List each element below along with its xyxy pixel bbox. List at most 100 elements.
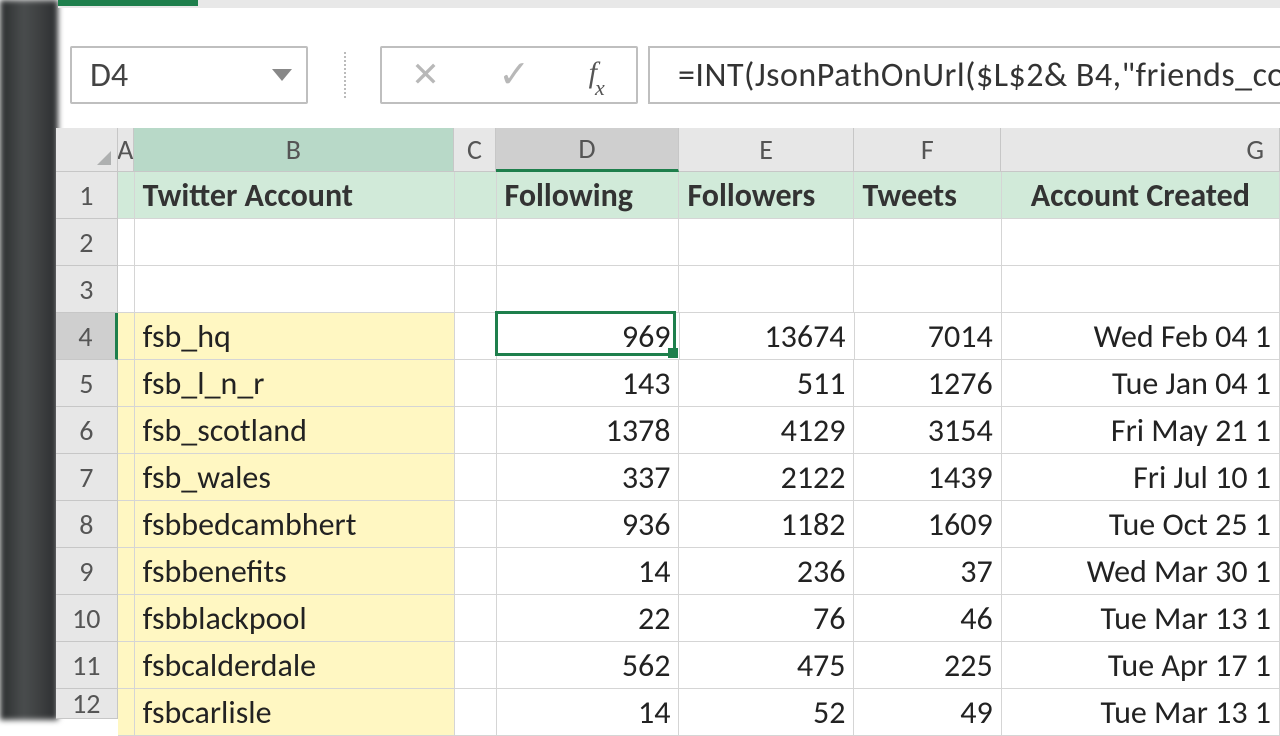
cell-C6[interactable]	[455, 407, 497, 454]
cell-F4[interactable]: 7014	[855, 313, 1002, 360]
cell-D7[interactable]: 337	[497, 454, 680, 501]
cell-G12[interactable]: Tue Mar 13 1	[1002, 689, 1280, 736]
cell-B4[interactable]: fsb_hq	[135, 313, 455, 360]
cell-G3[interactable]	[1002, 266, 1280, 313]
cell-G8[interactable]: Tue Oct 25 1	[1002, 501, 1280, 548]
cell-G4[interactable]: Wed Feb 04 1	[1002, 313, 1280, 360]
cell-B3[interactable]	[135, 266, 455, 313]
cell-C2[interactable]	[455, 219, 497, 266]
row-header-7[interactable]: 7	[56, 454, 118, 501]
cell-G9[interactable]: Wed Mar 30 1	[1002, 548, 1280, 595]
cell-B12[interactable]: fsbcarlisle	[135, 689, 455, 736]
spreadsheet-grid[interactable]: A B C D E F G 1 Twitter Account Followin…	[56, 128, 1280, 720]
cell-A1[interactable]	[118, 172, 135, 219]
cell-A3[interactable]	[118, 266, 135, 313]
cell-E9[interactable]: 236	[679, 548, 854, 595]
name-box[interactable]: D4	[70, 46, 308, 104]
cell-C3[interactable]	[455, 266, 497, 313]
accept-formula-icon[interactable]: ✓	[498, 52, 530, 98]
cell-F9[interactable]: 37	[854, 548, 1001, 595]
cell-A8[interactable]	[118, 501, 135, 548]
cell-B8[interactable]: fsbbedcambhert	[135, 501, 455, 548]
cell-D6[interactable]: 1378	[497, 407, 680, 454]
cell-E5[interactable]: 511	[679, 360, 854, 407]
cell-E11[interactable]: 475	[679, 642, 854, 689]
cell-E2[interactable]	[679, 219, 854, 266]
cell-D1[interactable]: Following	[497, 172, 680, 219]
cell-A4[interactable]	[118, 313, 135, 360]
cell-F3[interactable]	[854, 266, 1001, 313]
cell-C4[interactable]	[455, 313, 497, 360]
cell-C11[interactable]	[455, 642, 497, 689]
cell-D9[interactable]: 14	[497, 548, 680, 595]
cell-G7[interactable]: Fri Jul 10 1	[1002, 454, 1280, 501]
cell-F5[interactable]: 1276	[854, 360, 1001, 407]
cell-F10[interactable]: 46	[854, 595, 1001, 642]
cell-G5[interactable]: Tue Jan 04 1	[1002, 360, 1280, 407]
cell-F7[interactable]: 1439	[854, 454, 1001, 501]
cell-C1[interactable]	[455, 172, 497, 219]
cell-G10[interactable]: Tue Mar 13 1	[1002, 595, 1280, 642]
cell-E1[interactable]: Followers	[679, 172, 854, 219]
cell-A12[interactable]	[118, 689, 135, 736]
select-all-corner[interactable]	[56, 128, 118, 172]
cell-F2[interactable]	[854, 219, 1001, 266]
col-header-A[interactable]: A	[118, 128, 134, 172]
cell-F12[interactable]: 49	[854, 689, 1001, 736]
cell-A10[interactable]	[118, 595, 135, 642]
cell-B7[interactable]: fsb_wales	[135, 454, 455, 501]
cell-F11[interactable]: 225	[854, 642, 1001, 689]
cell-A5[interactable]	[118, 360, 135, 407]
cell-A6[interactable]	[118, 407, 135, 454]
col-header-F[interactable]: F	[854, 128, 1001, 172]
cell-F1[interactable]: Tweets	[854, 172, 1001, 219]
row-header-12[interactable]: 12	[56, 689, 118, 719]
cell-C9[interactable]	[455, 548, 497, 595]
row-header-8[interactable]: 8	[56, 501, 118, 548]
row-header-2[interactable]: 2	[56, 219, 118, 266]
cell-E6[interactable]: 4129	[679, 407, 854, 454]
cell-B11[interactable]: fsbcalderdale	[135, 642, 455, 689]
cell-D3[interactable]	[497, 266, 680, 313]
cell-C10[interactable]	[455, 595, 497, 642]
cell-E10[interactable]: 76	[679, 595, 854, 642]
col-header-B[interactable]: B	[134, 128, 454, 172]
cell-A2[interactable]	[118, 219, 135, 266]
cell-D5[interactable]: 143	[497, 360, 680, 407]
cancel-formula-icon[interactable]: ✕	[411, 55, 440, 96]
cell-C12[interactable]	[455, 689, 497, 736]
cell-B10[interactable]: fsbblackpool	[135, 595, 455, 642]
row-header-4[interactable]: 4	[56, 313, 118, 360]
cell-C5[interactable]	[455, 360, 497, 407]
cell-E7[interactable]: 2122	[679, 454, 854, 501]
cell-G1[interactable]: Account Created	[1002, 172, 1280, 219]
cell-E3[interactable]	[679, 266, 854, 313]
col-header-C[interactable]: C	[454, 128, 496, 172]
row-header-1[interactable]: 1	[56, 172, 118, 219]
cell-F8[interactable]: 1609	[854, 501, 1001, 548]
col-header-G[interactable]: G	[1001, 128, 1280, 172]
cell-D8[interactable]: 936	[497, 501, 680, 548]
row-header-11[interactable]: 11	[56, 642, 118, 689]
cell-G6[interactable]: Fri May 21 1	[1002, 407, 1280, 454]
cell-C8[interactable]	[455, 501, 497, 548]
col-header-D[interactable]: D	[496, 128, 679, 172]
cell-D2[interactable]	[497, 219, 680, 266]
cell-D12[interactable]: 14	[497, 689, 680, 736]
cell-D4[interactable]: 969	[497, 313, 680, 360]
cell-G11[interactable]: Tue Apr 17 1	[1002, 642, 1280, 689]
row-header-10[interactable]: 10	[56, 595, 118, 642]
dropdown-caret-icon[interactable]	[272, 69, 292, 81]
cell-C7[interactable]	[455, 454, 497, 501]
row-header-5[interactable]: 5	[56, 360, 118, 407]
row-header-6[interactable]: 6	[56, 407, 118, 454]
cell-B2[interactable]	[135, 219, 455, 266]
insert-function-icon[interactable]: fx	[589, 56, 607, 95]
cell-A9[interactable]	[118, 548, 135, 595]
col-header-E[interactable]: E	[679, 128, 854, 172]
cell-D10[interactable]: 22	[497, 595, 680, 642]
cell-D11[interactable]: 562	[497, 642, 680, 689]
cell-B5[interactable]: fsb_l_n_r	[135, 360, 455, 407]
cell-B1[interactable]: Twitter Account	[135, 172, 455, 219]
cell-E12[interactable]: 52	[679, 689, 854, 736]
